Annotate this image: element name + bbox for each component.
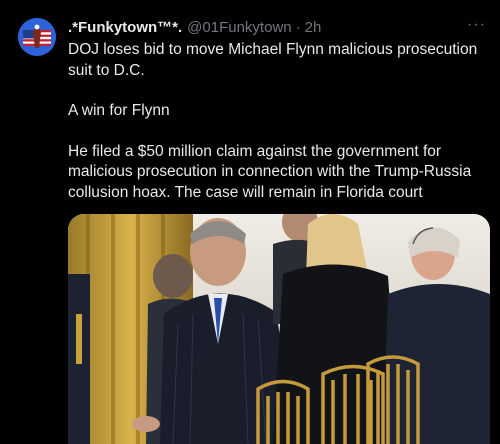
post-photo[interactable] [68,214,490,444]
post-text: DOJ loses bid to move Michael Flynn mali… [68,40,488,203]
post-header: .*Funkytown™*. @01Funkytown · 2h ··· [68,16,486,38]
post-paragraph: DOJ loses bid to move Michael Flynn mali… [68,41,478,79]
display-name[interactable]: .*Funkytown™*. [68,19,182,36]
more-options-icon[interactable]: ··· [467,16,486,34]
user-handle[interactable]: @01Funkytown [187,19,291,36]
separator: · [295,18,301,36]
tweet[interactable]: .*Funkytown™*. @01Funkytown · 2h ··· DOJ… [0,0,500,444]
timestamp[interactable]: 2h [305,19,322,36]
post-paragraph: He filed a $50 million claim against the… [68,142,472,201]
avatar-flag-icon [18,18,56,56]
photo-image [68,214,490,444]
avatar[interactable] [18,18,56,56]
post-paragraph: A win for Flynn [68,102,170,119]
